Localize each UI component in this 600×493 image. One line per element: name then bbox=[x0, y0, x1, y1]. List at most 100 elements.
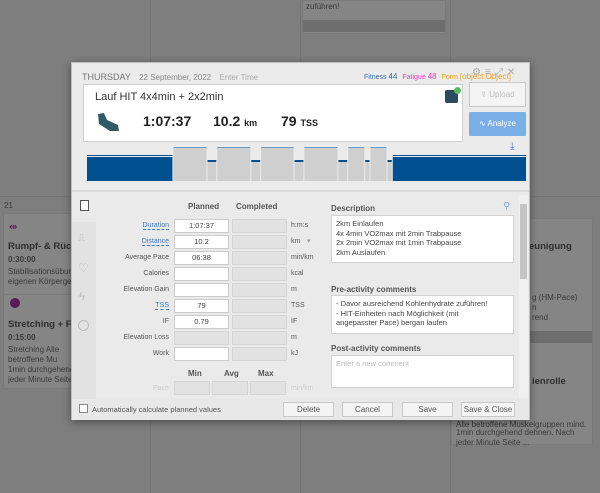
elevation-loss-completed-field bbox=[232, 331, 287, 345]
post-activity-label: Post-activity comments bbox=[331, 344, 421, 353]
dialog-footer: Automatically calculate planned values D… bbox=[72, 399, 529, 420]
save-button[interactable]: Save bbox=[402, 402, 453, 417]
pace-avg-field bbox=[212, 381, 248, 395]
pre-activity-label: Pre-activity comments bbox=[331, 285, 417, 294]
elevation-loss-label: Elevation Loss bbox=[123, 334, 169, 341]
work-planned-field[interactable] bbox=[174, 347, 229, 361]
dumbbell-icon: ⇹ bbox=[9, 222, 18, 233]
workout-step-recovery bbox=[365, 160, 370, 181]
workout-dialog: THURSDAY 22 September, 2022 Enter Time F… bbox=[71, 62, 530, 420]
menu-icon[interactable]: ≡ bbox=[485, 67, 495, 78]
enter-time-link[interactable]: Enter Time bbox=[219, 73, 258, 82]
scrollbar-thumb[interactable] bbox=[520, 204, 527, 279]
workout-step-interval bbox=[348, 147, 365, 148]
upload-button[interactable]: ⇪ Upload bbox=[469, 82, 526, 107]
auto-calc-checkbox[interactable] bbox=[79, 404, 88, 413]
scrollbar[interactable] bbox=[519, 195, 528, 398]
elevation-gain-planned-field[interactable] bbox=[174, 283, 229, 297]
day-number: 21 bbox=[4, 201, 13, 210]
date: 22 September, 2022 bbox=[139, 73, 212, 82]
average-pace-completed-field bbox=[232, 251, 287, 265]
workout-step-recovery bbox=[387, 160, 392, 162]
pre-activity-comments-field[interactable]: - Davor ausreichend Kohlenhydrate zuführ… bbox=[331, 295, 514, 334]
workout-summary: Lauf HIT 4x4min + 2x2min 1:07:37 10.2 km… bbox=[83, 84, 463, 142]
distance-completed-field bbox=[232, 235, 287, 249]
calories-label: Calories bbox=[143, 270, 169, 277]
workout-structure-chart bbox=[87, 147, 526, 181]
workout-step-warmup bbox=[87, 155, 173, 156]
gear-icon[interactable]: ⚙ bbox=[472, 67, 485, 78]
tss-label[interactable]: TSS bbox=[155, 302, 169, 310]
tab-strip: ⎍ ♡ ϟ bbox=[72, 192, 96, 401]
workout-step-cooldown bbox=[392, 155, 526, 156]
workout-step-recovery bbox=[251, 160, 261, 181]
average-pace-planned-field[interactable]: 06:38 bbox=[174, 251, 229, 265]
duration-planned-field[interactable]: 1:07:37 bbox=[174, 219, 229, 233]
weekday: THURSDAY bbox=[82, 72, 131, 82]
elevation-loss-planned-field bbox=[174, 331, 229, 345]
distance-planned-field[interactable]: 10.2 bbox=[174, 235, 229, 249]
distance-label[interactable]: Distance bbox=[141, 238, 169, 246]
expand-icon[interactable]: ⤢ bbox=[495, 67, 507, 78]
duration-value: 1:07:37 bbox=[143, 113, 192, 129]
elevation-gain-label: Elevation Gain bbox=[123, 286, 169, 293]
work-unit: kJ bbox=[291, 350, 298, 357]
save-close-button[interactable]: Save & Close bbox=[461, 402, 515, 417]
lightning-icon[interactable]: ϟ bbox=[79, 291, 85, 303]
unit-dropdown-icon[interactable]: ▾ bbox=[307, 237, 311, 245]
workout-step-cooldown bbox=[392, 157, 526, 181]
workout-step-interval bbox=[370, 147, 387, 181]
calories-planned-field[interactable] bbox=[174, 267, 229, 281]
workout-step-recovery bbox=[387, 160, 392, 181]
workout-step-recovery bbox=[338, 160, 348, 162]
cancel-button[interactable]: Cancel bbox=[342, 402, 393, 417]
analyze-button[interactable]: ∿ Analyze bbox=[469, 112, 526, 136]
work-label: Work bbox=[152, 350, 169, 357]
chart-icon[interactable]: ⎍ bbox=[78, 233, 85, 244]
workout-step-interval bbox=[348, 147, 365, 181]
workout-step-warmup bbox=[87, 157, 173, 181]
close-icon[interactable]: ✕ bbox=[507, 67, 519, 78]
elevation-gain-completed-field bbox=[232, 283, 287, 297]
workout-step-interval bbox=[217, 147, 251, 148]
pace-min-field bbox=[174, 381, 210, 395]
tss-completed-field bbox=[232, 299, 287, 313]
workout-step-recovery bbox=[251, 160, 261, 162]
attachment-icon[interactable]: ⚲ bbox=[503, 201, 510, 212]
tss-planned-field[interactable]: 79 bbox=[174, 299, 229, 313]
clock-icon[interactable] bbox=[78, 320, 89, 331]
post-activity-comment-input[interactable]: Enter a new comment bbox=[331, 355, 514, 388]
workout-step-recovery bbox=[338, 160, 348, 181]
device-sync-icon bbox=[445, 87, 461, 103]
workout-step-recovery bbox=[207, 160, 217, 162]
document-icon[interactable] bbox=[80, 200, 89, 211]
distance-unit: km bbox=[291, 238, 301, 245]
duration-unit: h:m:s bbox=[291, 222, 309, 229]
duration-label[interactable]: Duration bbox=[142, 222, 169, 230]
workout-step-interval bbox=[173, 147, 207, 181]
delete-button[interactable]: Delete bbox=[283, 402, 334, 417]
workout-step-interval bbox=[304, 147, 338, 181]
workout-title[interactable]: Lauf HIT 4x4min + 2x2min bbox=[95, 91, 224, 103]
workout-step-recovery bbox=[294, 160, 304, 181]
workout-step-recovery bbox=[365, 160, 370, 162]
workout-step-recovery bbox=[207, 160, 217, 181]
pulse-icon: ∿ bbox=[479, 119, 486, 128]
calories-unit: kcal bbox=[291, 270, 304, 277]
tss-value: 79 TSS bbox=[281, 113, 318, 129]
workout-step-interval bbox=[370, 147, 387, 148]
if-label: IF bbox=[162, 318, 169, 325]
description-field[interactable]: 2km Einlaufen 4x 4min VO2max mit 2min Tra… bbox=[331, 215, 514, 263]
if-unit: IF bbox=[291, 318, 298, 325]
if-planned-field[interactable]: 0.79 bbox=[174, 315, 229, 329]
upload-icon: ⇪ bbox=[480, 90, 488, 99]
auto-calc-label: Automatically calculate planned values bbox=[92, 405, 221, 414]
stopwatch-icon bbox=[10, 298, 20, 308]
calories-completed-field bbox=[232, 267, 287, 281]
heart-icon[interactable]: ♡ bbox=[78, 261, 89, 275]
planned-header: Planned bbox=[188, 202, 220, 211]
duration-completed-field bbox=[232, 219, 287, 233]
pace-max-field bbox=[250, 381, 286, 395]
distance-value: 10.2 km bbox=[213, 113, 258, 129]
calendar-card[interactable]: zuführen! bbox=[302, 0, 446, 34]
